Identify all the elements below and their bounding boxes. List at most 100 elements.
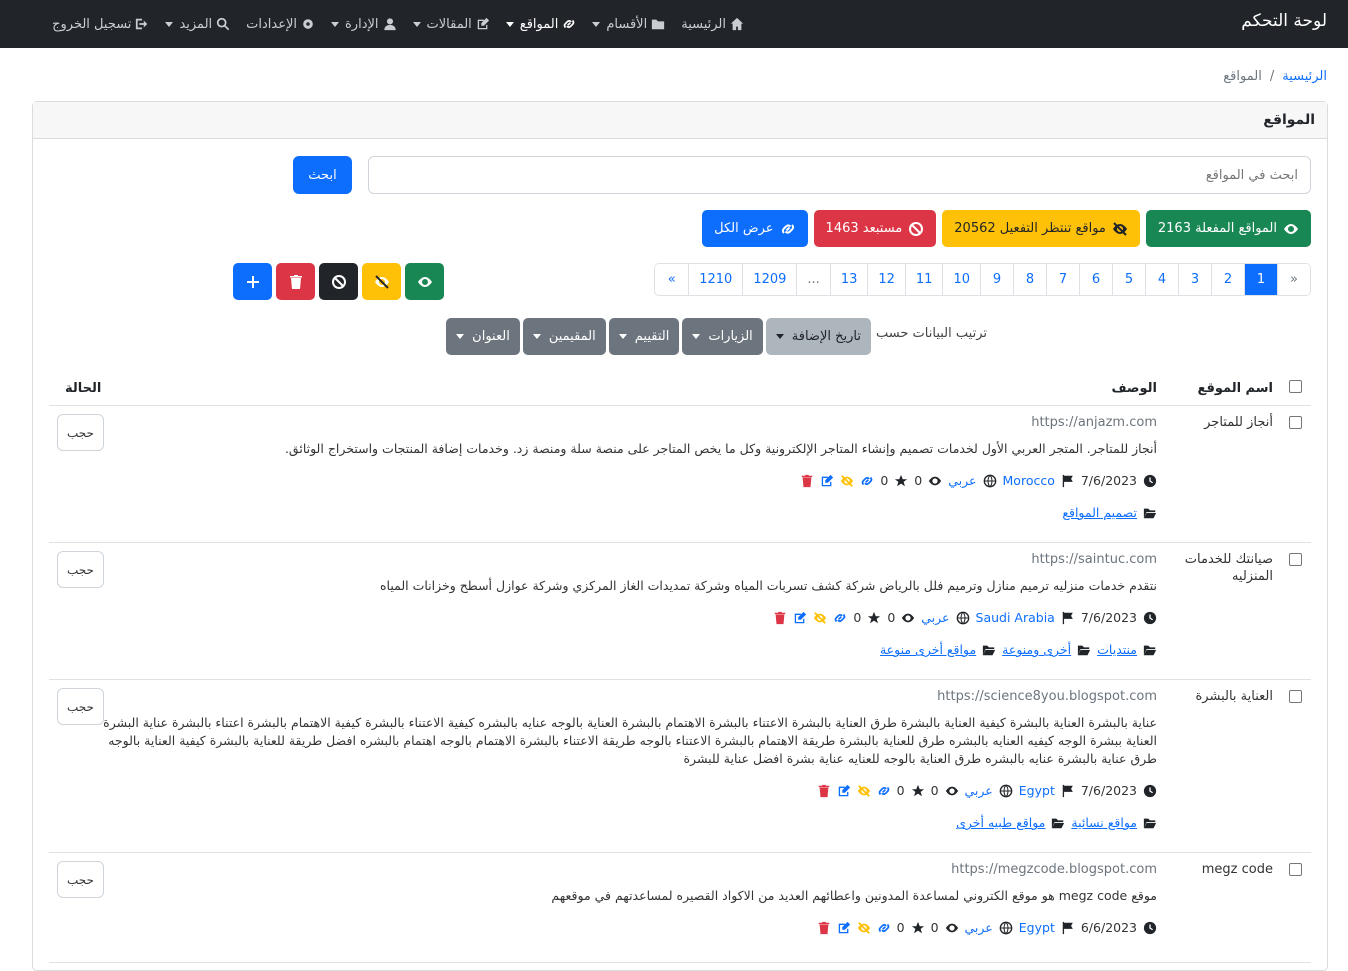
filter-excluded-button[interactable]: مستبعد 1463 bbox=[813, 210, 937, 247]
site-country[interactable]: Egypt bbox=[1019, 782, 1055, 800]
category-link[interactable]: أخرى ومنوعة bbox=[1002, 641, 1071, 659]
sort-rating-button[interactable]: التقييم bbox=[608, 318, 680, 355]
filter-all-button[interactable]: عرض الكل bbox=[702, 210, 808, 247]
filter-active-button[interactable]: المواقع المفعلة 2163 bbox=[1145, 210, 1311, 247]
page-prev[interactable]: « bbox=[1277, 264, 1310, 295]
site-language[interactable]: عربي bbox=[965, 919, 993, 937]
edit-icon[interactable] bbox=[820, 474, 834, 488]
nav-item-label: الإعدادات bbox=[246, 16, 297, 32]
page-link[interactable]: 4 bbox=[1145, 264, 1178, 295]
select-all-checkbox[interactable] bbox=[1289, 380, 1302, 393]
filter-pending-button[interactable]: مواقع تنتظر التفعيل 20562 bbox=[942, 210, 1140, 247]
eye-slash-icon[interactable] bbox=[813, 611, 827, 625]
page-link[interactable]: 5 bbox=[1112, 264, 1145, 295]
edit-icon[interactable] bbox=[837, 784, 851, 798]
eye-slash-icon[interactable] bbox=[857, 784, 871, 798]
nav-item-logout[interactable]: تسجيل الخروج bbox=[52, 17, 149, 32]
eye-slash-icon[interactable] bbox=[857, 921, 871, 935]
trash-icon[interactable] bbox=[817, 921, 831, 935]
site-language[interactable]: عربي bbox=[921, 609, 949, 627]
site-name[interactable]: العناية بالبشرة bbox=[1163, 688, 1274, 705]
page-link[interactable]: 1209 bbox=[742, 264, 797, 295]
sort-raters-button[interactable]: المقيمين bbox=[522, 318, 606, 355]
site-url[interactable]: https://megzcode.blogspot.com bbox=[97, 861, 1157, 879]
site-country[interactable]: Saudi Arabia bbox=[976, 609, 1055, 627]
category-link[interactable]: مواقع أخرى منوعة bbox=[880, 641, 976, 659]
page-next[interactable]: » bbox=[655, 264, 689, 295]
block-button[interactable]: حجب bbox=[57, 688, 104, 725]
nav-item-more[interactable]: المزيد bbox=[165, 17, 230, 32]
bulk-ban-button[interactable] bbox=[319, 263, 358, 300]
page-link[interactable]: 10 bbox=[942, 264, 980, 295]
row-checkbox[interactable] bbox=[1289, 863, 1302, 876]
nav-item-sites[interactable]: المواقع bbox=[505, 17, 577, 32]
category-link[interactable]: تصميم المواقع bbox=[1062, 504, 1137, 522]
chevron-down-icon bbox=[592, 21, 601, 27]
nav-item-settings[interactable]: الإعدادات bbox=[246, 17, 315, 32]
link-icon[interactable] bbox=[860, 474, 874, 488]
eye-slash-icon[interactable] bbox=[840, 474, 854, 488]
globe-icon bbox=[956, 611, 969, 625]
bulk-delete-button[interactable] bbox=[276, 263, 315, 300]
page-link[interactable]: 12 bbox=[867, 264, 905, 295]
page-link[interactable]: 7 bbox=[1046, 264, 1079, 295]
page-link[interactable]: 1210 bbox=[688, 264, 743, 295]
search-input[interactable] bbox=[368, 156, 1311, 194]
link-icon[interactable] bbox=[877, 921, 891, 935]
category-link[interactable]: مواقع طبيه أخرى bbox=[956, 814, 1045, 832]
site-country[interactable]: Egypt bbox=[1019, 919, 1055, 937]
page-link[interactable]: 3 bbox=[1178, 264, 1211, 295]
row-checkbox[interactable] bbox=[1289, 553, 1302, 566]
category-link[interactable]: مواقع نسائية bbox=[1071, 814, 1137, 832]
site-name[interactable]: megz code bbox=[1163, 861, 1273, 878]
link-icon[interactable] bbox=[877, 784, 891, 798]
sort-visits-button[interactable]: الزيارات bbox=[682, 318, 763, 355]
col-desc: الوصف bbox=[1111, 381, 1157, 396]
sort-label: ترتيب البيانات حسب bbox=[876, 326, 987, 341]
site-name[interactable]: أنجاز للمتاجر bbox=[1163, 414, 1273, 431]
category-link[interactable]: منتديات bbox=[1097, 641, 1137, 659]
trash-icon[interactable] bbox=[800, 474, 814, 488]
site-url[interactable]: https://saintuc.com bbox=[97, 551, 1157, 569]
row-checkbox[interactable] bbox=[1289, 416, 1302, 429]
trash-icon[interactable] bbox=[817, 784, 831, 798]
page-link[interactable]: 9 bbox=[980, 264, 1013, 295]
page-link[interactable]: 6 bbox=[1079, 264, 1112, 295]
trash-icon[interactable] bbox=[773, 611, 787, 625]
add-site-button[interactable] bbox=[233, 263, 272, 300]
site-url[interactable]: https://anjazm.com bbox=[97, 414, 1157, 432]
page-link[interactable]: 8 bbox=[1013, 264, 1046, 295]
site-name[interactable]: صيانتك للخدمات المنزليه bbox=[1163, 551, 1273, 585]
nav-item-sections[interactable]: الأقسام bbox=[592, 17, 665, 32]
nav-item-admin[interactable]: الإدارة bbox=[331, 17, 397, 32]
link-icon[interactable] bbox=[833, 611, 847, 625]
user-icon bbox=[383, 18, 396, 31]
site-language[interactable]: عربي bbox=[965, 782, 993, 800]
search-button[interactable]: ابحث bbox=[293, 156, 352, 194]
sort-date-button[interactable]: تاريخ الإضافة bbox=[765, 318, 871, 355]
block-button[interactable]: حجب bbox=[57, 551, 104, 588]
nav-item-articles[interactable]: المقالات bbox=[412, 17, 490, 32]
folder-open-icon bbox=[1143, 818, 1157, 829]
site-country[interactable]: Morocco bbox=[1003, 472, 1055, 490]
block-button[interactable]: حجب bbox=[57, 861, 104, 898]
page-link[interactable]: 2 bbox=[1211, 264, 1244, 295]
edit-icon[interactable] bbox=[793, 611, 807, 625]
bulk-deactivate-button[interactable] bbox=[362, 263, 401, 300]
page-link[interactable]: 11 bbox=[904, 264, 943, 295]
sort-title-button[interactable]: العنوان bbox=[446, 318, 520, 355]
breadcrumb-home[interactable]: الرئيسية bbox=[1282, 69, 1327, 84]
nav-item-home[interactable]: الرئيسية bbox=[681, 17, 744, 32]
site-url[interactable]: https://science8you.blogspot.com bbox=[97, 688, 1157, 706]
block-button[interactable]: حجب bbox=[57, 414, 104, 451]
chevron-down-icon bbox=[532, 334, 541, 339]
top-navbar: لوحة التحكم الرئيسية الأقسام المواقع الم… bbox=[0, 0, 1348, 48]
row-checkbox[interactable] bbox=[1289, 690, 1302, 703]
page-link[interactable]: 13 bbox=[829, 264, 868, 295]
edit-icon[interactable] bbox=[837, 921, 851, 935]
site-language[interactable]: عربي bbox=[948, 472, 976, 490]
brand-title[interactable]: لوحة التحكم bbox=[1241, 11, 1327, 31]
bulk-activate-button[interactable] bbox=[405, 263, 444, 300]
page-link[interactable]: 1 bbox=[1244, 264, 1277, 295]
eye-slash-icon bbox=[1112, 221, 1127, 236]
